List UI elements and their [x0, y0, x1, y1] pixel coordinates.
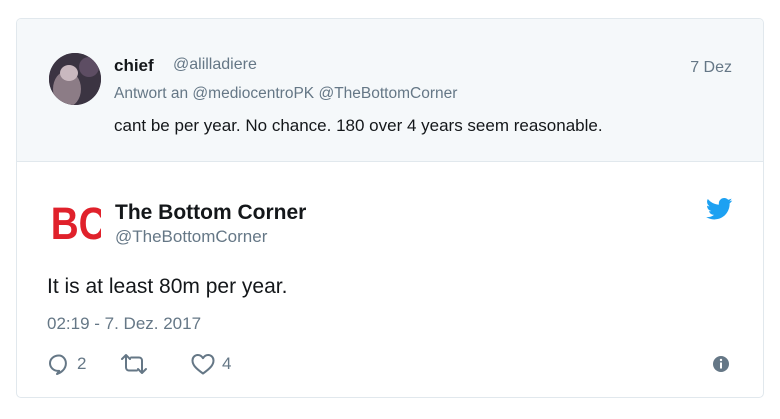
avatar[interactable]	[49, 53, 101, 105]
info-icon	[712, 355, 730, 373]
logo-text: BC	[51, 199, 101, 243]
like-button[interactable]: 4	[190, 351, 231, 377]
reply-icon	[47, 352, 71, 376]
like-count: 4	[222, 354, 232, 373]
info-button[interactable]	[712, 351, 730, 377]
reply-button[interactable]: 2	[47, 351, 86, 377]
tweet-timestamp[interactable]: 02:19 - 7. Dez. 2017	[47, 314, 201, 334]
retweet-button[interactable]	[119, 351, 149, 377]
reply-count: 2	[77, 354, 87, 373]
embedded-tweet-card: chief @alilladiere 7 Dez Antwort an @med…	[16, 18, 764, 398]
like-icon	[190, 352, 216, 376]
reply-context: Antwort an @mediocentroPK @TheBottomCorn…	[114, 85, 457, 103]
tweet-actions: 2 4	[47, 351, 737, 377]
parent-tweet-text: cant be per year. No chance. 180 over 4 …	[114, 116, 603, 135]
bc-logo[interactable]: BC	[49, 198, 107, 248]
retweet-icon	[119, 352, 149, 376]
bc-logo-graphic: BC	[51, 198, 107, 248]
author-name[interactable]: The Bottom Corner	[115, 201, 306, 225]
reply-to-link-2[interactable]: @TheBottomCorner	[318, 85, 457, 102]
author-handle[interactable]: @TheBottomCorner	[115, 227, 267, 247]
parent-author-name[interactable]: chief	[114, 56, 154, 76]
parent-tweet-date[interactable]: 7 Dez	[690, 59, 732, 77]
reply-to-link-1[interactable]: @mediocentroPK	[192, 85, 314, 102]
tweet-text: It is at least 80m per year.	[47, 275, 288, 298]
parent-tweet[interactable]: chief @alilladiere 7 Dez Antwort an @med…	[17, 19, 763, 162]
reply-prefix: Antwort an	[114, 85, 189, 102]
twitter-bird-icon[interactable]	[705, 198, 733, 220]
parent-author-handle[interactable]: @alilladiere	[173, 56, 257, 74]
